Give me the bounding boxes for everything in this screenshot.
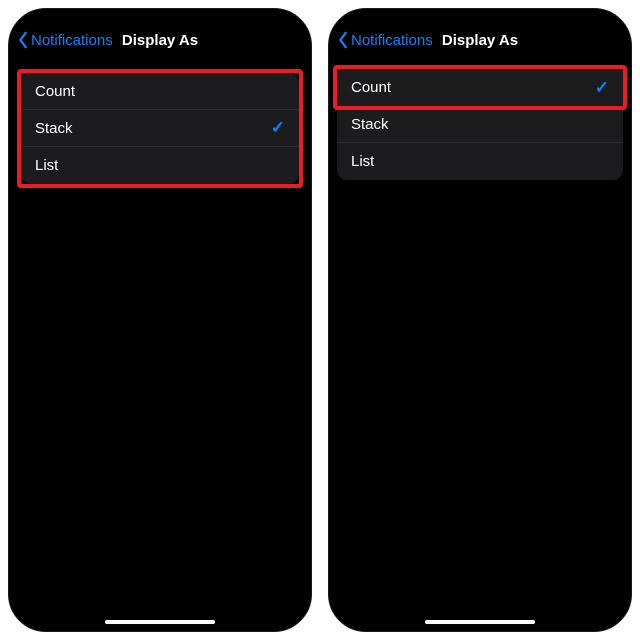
navbar: Notifications Display As — [329, 19, 631, 61]
navbar: Notifications Display As — [9, 19, 311, 61]
option-label: Stack — [35, 120, 73, 137]
chevron-left-icon — [17, 31, 29, 49]
content: Count Stack ✓ List — [9, 61, 311, 631]
option-label: Stack — [351, 116, 389, 133]
back-button[interactable]: Notifications — [337, 31, 433, 49]
option-list: Count Stack ✓ List — [21, 73, 299, 184]
phone-screen-left: Notifications Display As Count Stack ✓ L… — [8, 8, 312, 632]
chevron-left-icon — [337, 31, 349, 49]
home-indicator[interactable] — [425, 620, 535, 624]
option-row-count[interactable]: Count ✓ — [337, 69, 623, 106]
page-title: Display As — [442, 32, 518, 49]
option-row-stack[interactable]: Stack — [337, 106, 623, 143]
highlight-box: Count Stack ✓ List — [17, 69, 303, 188]
option-row-list[interactable]: List — [337, 143, 623, 180]
back-label: Notifications — [31, 32, 113, 49]
option-label: Count — [351, 79, 391, 96]
option-list-wrapper: Count ✓ Stack List — [337, 65, 623, 180]
option-label: List — [351, 153, 374, 170]
content: Count ✓ Stack List — [329, 61, 631, 631]
phone-screen-right: Notifications Display As Count ✓ Stack L… — [328, 8, 632, 632]
option-row-count[interactable]: Count — [21, 73, 299, 110]
check-icon: ✓ — [595, 78, 609, 98]
back-label: Notifications — [351, 32, 433, 49]
option-row-list[interactable]: List — [21, 147, 299, 184]
option-label: List — [35, 157, 58, 174]
check-icon: ✓ — [271, 118, 285, 138]
option-list: Stack List — [337, 106, 623, 180]
option-label: Count — [35, 83, 75, 100]
page-title: Display As — [122, 32, 198, 49]
highlight-box: Count ✓ — [333, 65, 627, 110]
back-button[interactable]: Notifications — [17, 31, 113, 49]
option-row-stack[interactable]: Stack ✓ — [21, 110, 299, 147]
home-indicator[interactable] — [105, 620, 215, 624]
